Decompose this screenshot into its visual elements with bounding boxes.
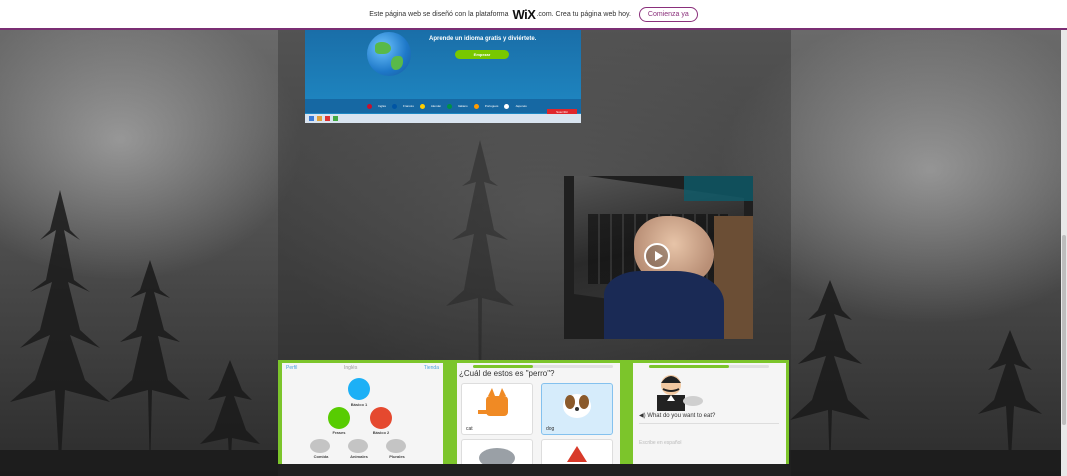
laptop-screen xyxy=(684,176,753,201)
language-label: Alemán xyxy=(430,104,442,108)
answer-label: dog xyxy=(546,426,555,432)
elephant-icon xyxy=(479,448,515,464)
flag-icon xyxy=(504,103,510,109)
flag-icon xyxy=(419,103,425,109)
skill-basics2-icon xyxy=(370,407,392,429)
store-tab: Tienda xyxy=(423,365,439,371)
bird-icon xyxy=(567,446,587,462)
answer-card-elephant xyxy=(461,439,533,464)
flag-icon xyxy=(392,103,398,109)
page-scrollbar[interactable] xyxy=(1061,30,1067,476)
wix-banner-text: Este página web se diseñó con la platafo… xyxy=(369,10,509,18)
skill-label: Básico 1 xyxy=(350,402,368,407)
language-bar: Inglés Francés Alemán Italiano Portugués… xyxy=(305,99,581,113)
skill-phrases-icon xyxy=(328,407,350,429)
skill-label: Básico 2 xyxy=(372,430,390,435)
translation-panel: ◀) What do you want to eat? Escribe en e… xyxy=(633,363,786,464)
browser-icon xyxy=(325,116,330,121)
skill-label: Animales xyxy=(350,454,368,459)
skill-label: Plurales xyxy=(389,454,405,459)
skill-locked-icon xyxy=(386,439,406,453)
skill-locked-icon xyxy=(310,439,330,453)
answer-label: cat xyxy=(466,426,473,432)
answer-input-placeholder: Escribe en español xyxy=(639,440,682,446)
language-label: Italiano xyxy=(458,104,468,108)
progress-bar xyxy=(649,365,729,368)
wix-promo-banner: Este página web se diseñó con la platafo… xyxy=(0,0,1067,30)
duolingo-website-image[interactable]: Aprende un idioma gratis y diviértete. E… xyxy=(305,30,581,123)
video-player[interactable] xyxy=(564,176,753,339)
flag-icon xyxy=(367,103,372,109)
language-label: Francés xyxy=(403,104,414,108)
prompt-text: ◀) What do you want to eat? xyxy=(639,412,715,419)
butler-icon xyxy=(657,375,703,411)
question-panel: ¿Cuál de estos es "perro"? cat dog xyxy=(457,363,620,464)
app-icon xyxy=(333,116,338,121)
globe-icon xyxy=(367,32,411,76)
dog-icon xyxy=(563,394,591,418)
prompt-question: What do you want to eat? xyxy=(647,413,716,419)
language-label: Inglés xyxy=(378,104,387,108)
skill-tree-panel: Perfil Inglés Tienda Básico 1 Frases Bás… xyxy=(282,363,443,464)
sleeve xyxy=(604,271,724,339)
progress-bar xyxy=(473,365,533,368)
question-title: ¿Cuál de estos es "perro"? xyxy=(459,369,555,378)
duolingo-app-collage[interactable]: Perfil Inglés Tienda Básico 1 Frases Bás… xyxy=(278,360,789,464)
skill-locked-icon xyxy=(348,439,368,453)
answer-card-dog: dog xyxy=(541,383,613,435)
wix-logo[interactable]: WiX xyxy=(513,7,536,22)
windows-taskbar xyxy=(305,114,581,123)
answer-card-cat: cat xyxy=(461,383,533,435)
profile-tab: Perfil xyxy=(286,365,298,371)
skill-basics-icon xyxy=(348,378,370,400)
skill-label: Frases xyxy=(332,430,346,435)
language-label: Inglés xyxy=(344,365,358,371)
flag-icon xyxy=(473,103,479,109)
duolingo-start-button: Empezar xyxy=(455,50,509,59)
skill-label: Comida xyxy=(313,454,329,459)
play-icon[interactable] xyxy=(644,243,670,269)
app-header: Perfil Inglés Tienda xyxy=(282,364,443,372)
folder-icon xyxy=(317,116,322,121)
start-icon xyxy=(309,116,314,121)
cat-icon xyxy=(478,388,508,416)
divider xyxy=(639,423,779,424)
flag-icon xyxy=(447,103,453,109)
speaker-icon: ◀) xyxy=(639,413,646,419)
language-label: Portugués xyxy=(484,104,499,108)
language-label: Japonés xyxy=(515,104,527,108)
duolingo-tagline: Aprende un idioma gratis y diviértete. xyxy=(429,36,537,42)
answer-card-bird xyxy=(541,439,613,464)
wix-banner-text-after: .com. Crea tu página web hoy. xyxy=(536,10,631,18)
start-now-button[interactable]: Comienza ya xyxy=(638,6,698,22)
scrollbar-thumb[interactable] xyxy=(1062,235,1066,425)
